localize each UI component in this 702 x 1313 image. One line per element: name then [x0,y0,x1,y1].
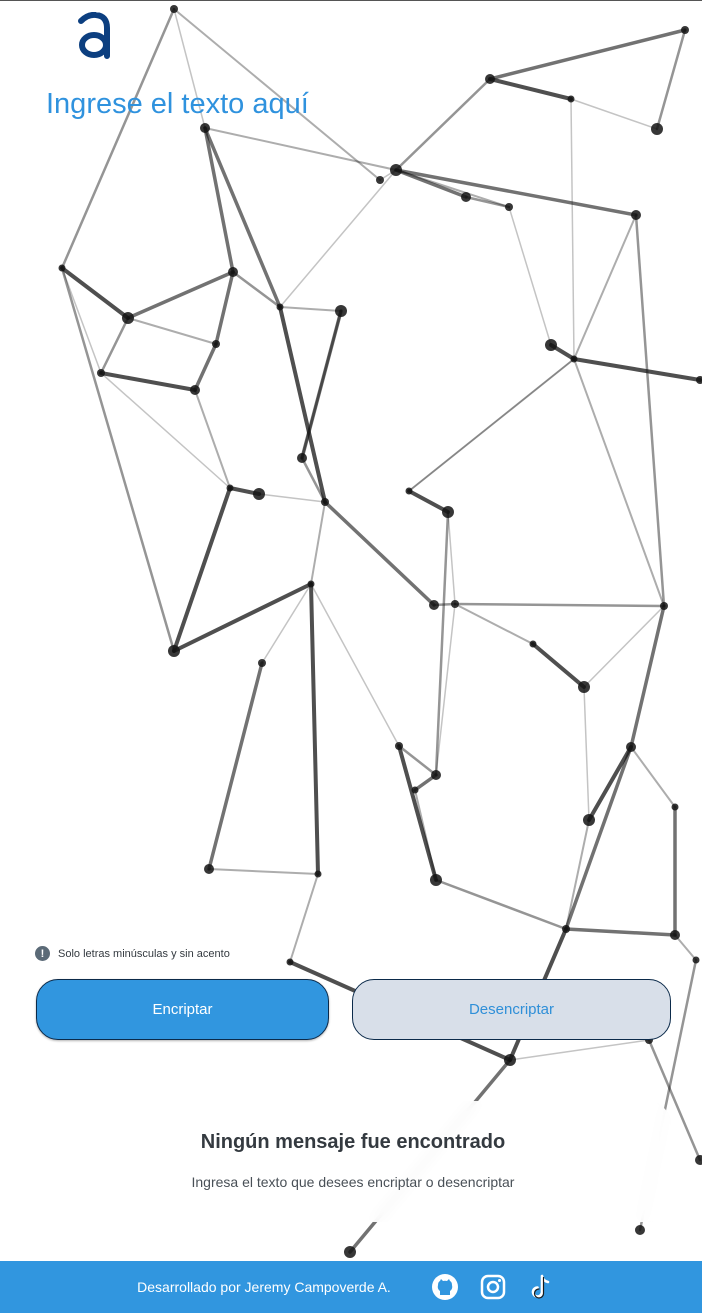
tiktok-icon[interactable] [526,1272,556,1302]
decrypt-button[interactable]: Desencriptar [352,979,671,1040]
output-panel: Ningún mensaje fue encontrado Ingresa el… [35,1101,671,1222]
text-input[interactable] [42,84,670,912]
encrypt-button[interactable]: Encriptar [36,979,329,1040]
footer: Desarrollado por Jeremy Campoverde A. [0,1261,702,1313]
hint: ! Solo letras minúsculas y sin acento [35,946,230,961]
instagram-icon[interactable] [478,1272,508,1302]
github-icon[interactable] [430,1272,460,1302]
output-text: Ingresa el texto que desees encriptar o … [191,1174,515,1190]
footer-credit: Desarrollado por Jeremy Campoverde A. [137,1279,391,1295]
info-icon: ! [35,946,50,961]
hint-text: Solo letras minúsculas y sin acento [58,947,230,960]
alura-logo-icon [78,12,110,59]
output-title: Ningún mensaje fue encontrado [200,1131,506,1153]
